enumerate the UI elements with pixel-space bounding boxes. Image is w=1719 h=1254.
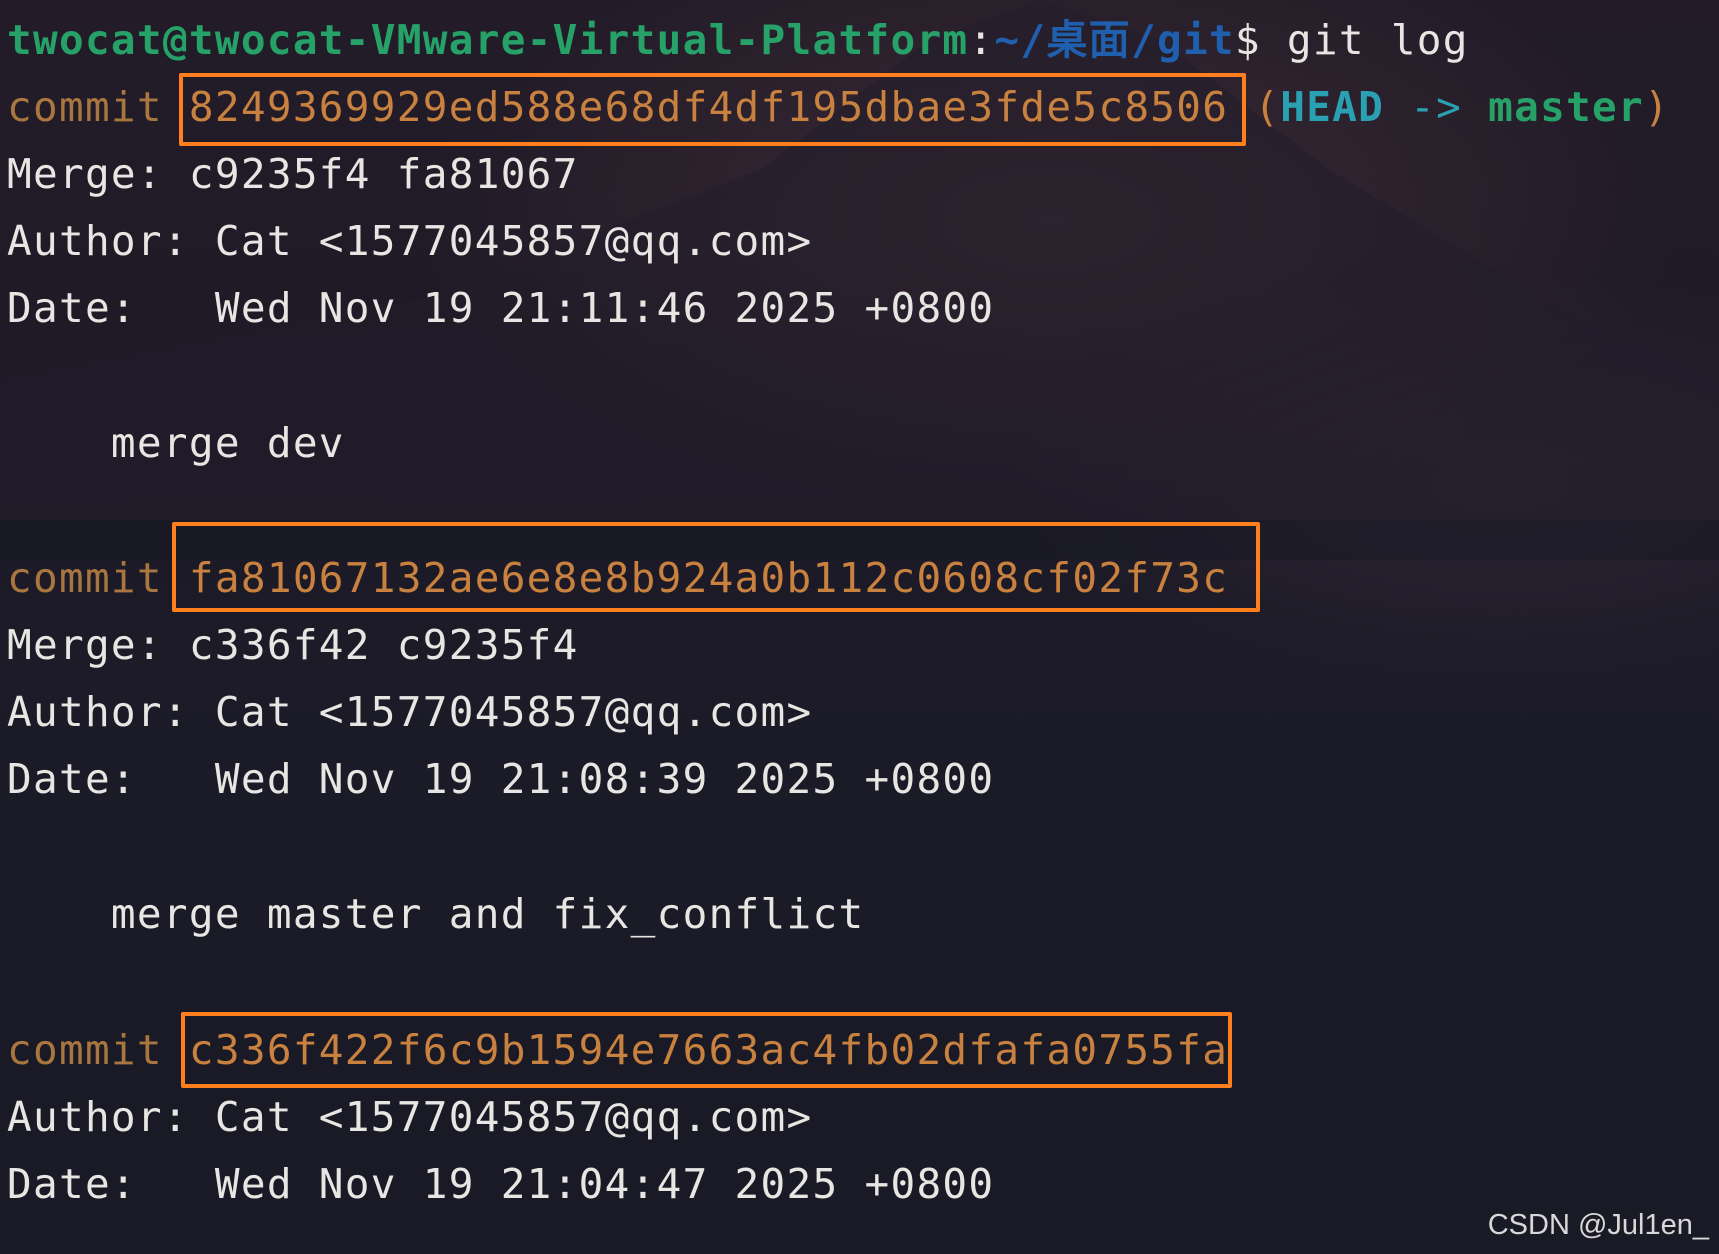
ref-open-paren: ( — [1254, 83, 1281, 131]
highlight-box — [172, 522, 1260, 612]
commit-keyword: commit — [7, 554, 163, 602]
ref-branch: master — [1488, 83, 1645, 131]
command-text: git log — [1260, 16, 1469, 64]
highlight-box — [179, 73, 1246, 146]
prompt-line: twocat@twocat-VMware-Virtual-Platform:~/… — [7, 7, 1469, 75]
terminal-output[interactable]: twocat@twocat-VMware-Virtual-Platform:~/… — [0, 0, 1719, 1254]
prompt-user-host: twocat@twocat-VMware-Virtual-Platform — [7, 16, 969, 64]
highlight-box — [181, 1012, 1232, 1088]
ref-head: HEAD — [1280, 83, 1385, 131]
commit-keyword: commit — [7, 1026, 163, 1074]
date-line: Date: Wed Nov 19 21:04:47 2025 +0800 — [7, 1160, 995, 1208]
ref-close-paren: ) — [1644, 83, 1670, 131]
merge-line: Merge: c9235f4 fa81067 — [7, 150, 579, 198]
author-line: Author: Cat <1577045857@qq.com> — [7, 688, 813, 736]
date-line: Date: Wed Nov 19 21:11:46 2025 +0800 — [7, 284, 995, 332]
commit-message: merge master and fix_conflict — [7, 890, 865, 938]
author-line: Author: Cat <1577045857@qq.com> — [7, 1093, 813, 1141]
commit-keyword: commit — [7, 83, 163, 131]
ref-arrow: -> — [1410, 83, 1463, 131]
watermark: CSDN @Jul1en_ — [1487, 1209, 1709, 1241]
prompt-colon: : — [968, 16, 995, 64]
prompt-dollar: $ — [1234, 16, 1261, 64]
merge-line: Merge: c336f42 c9235f4 — [7, 621, 579, 669]
prompt-path: ~/桌面/git — [994, 16, 1235, 64]
commit-message: merge dev — [7, 419, 345, 467]
date-line: Date: Wed Nov 19 21:08:39 2025 +0800 — [7, 755, 995, 803]
author-line: Author: Cat <1577045857@qq.com> — [7, 217, 813, 265]
